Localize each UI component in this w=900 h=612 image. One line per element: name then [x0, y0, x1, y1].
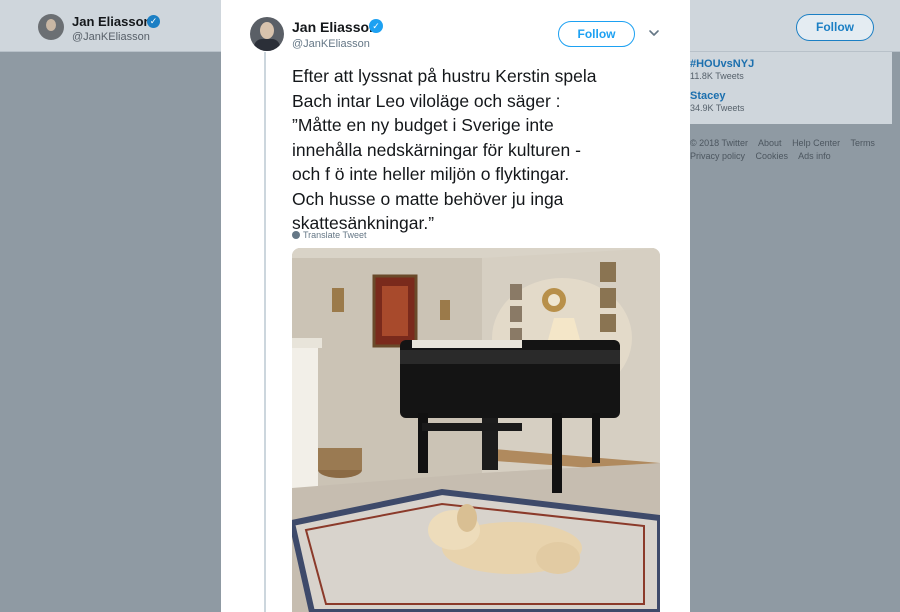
translate-tweet-link[interactable]: Translate Tweet	[292, 230, 367, 240]
avatar[interactable]	[250, 17, 284, 51]
trends-panel: #HOUvsNYJ 11.8K Tweets Stacey 34.9K Twee…	[688, 52, 892, 124]
footer-link-terms[interactable]: Terms	[850, 138, 875, 148]
footer-copyright: © 2018 Twitter	[690, 138, 748, 148]
footer-link-about[interactable]: About	[758, 138, 782, 148]
verified-badge-icon: ✓	[369, 19, 383, 33]
globe-icon	[292, 231, 300, 239]
verified-badge-icon: ✓	[147, 15, 160, 28]
trend-name[interactable]: #HOUvsNYJ	[690, 58, 754, 70]
chevron-down-icon[interactable]	[647, 26, 661, 40]
background-profile-avatar[interactable]	[38, 14, 64, 40]
trend-count: 34.9K Tweets	[690, 103, 745, 113]
translate-label[interactable]: Translate Tweet	[303, 230, 367, 240]
trend-item[interactable]: #HOUvsNYJ 11.8K Tweets	[690, 58, 754, 81]
trend-name[interactable]: Stacey	[690, 90, 744, 102]
background-follow-button[interactable]: Follow	[796, 14, 874, 41]
follow-button[interactable]: Follow	[558, 21, 635, 47]
trend-count: 11.8K Tweets	[690, 71, 744, 81]
page-footer: © 2018 Twitter About Help Center Terms P…	[690, 137, 890, 163]
tweet-text: Efter att lyssnat på hustru Kerstin spel…	[292, 66, 597, 233]
thread-line	[264, 52, 266, 612]
author-name[interactable]: Jan Eliasson	[292, 19, 378, 35]
tweet-photo[interactable]	[292, 248, 660, 612]
author-handle[interactable]: @JanKEliasson	[292, 38, 370, 50]
background-profile-name[interactable]: Jan Eliasson	[72, 14, 151, 29]
footer-link-privacy[interactable]: Privacy policy	[690, 151, 745, 161]
background-profile-handle: @JanKEliasson	[72, 31, 150, 43]
footer-link-cookies[interactable]: Cookies	[756, 151, 789, 161]
trend-item[interactable]: Stacey 34.9K Tweets	[690, 90, 744, 113]
footer-link-ads-info[interactable]: Ads info	[798, 151, 831, 161]
footer-link-help-center[interactable]: Help Center	[792, 138, 840, 148]
